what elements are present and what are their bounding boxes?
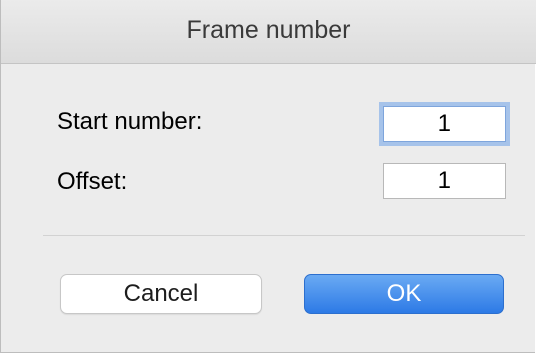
frame-number-dialog: Frame number Start number: Offset: Cance… [0,0,536,353]
offset-input[interactable] [383,163,506,199]
cancel-button[interactable]: Cancel [60,274,262,314]
ok-button[interactable]: OK [304,274,504,314]
dialog-title: Frame number [186,16,351,44]
start-number-input[interactable] [383,106,506,142]
start-number-label: Start number: [57,108,203,135]
dialog-titlebar: Frame number [1,0,536,64]
offset-label: Offset: [57,168,128,195]
separator [43,235,525,236]
